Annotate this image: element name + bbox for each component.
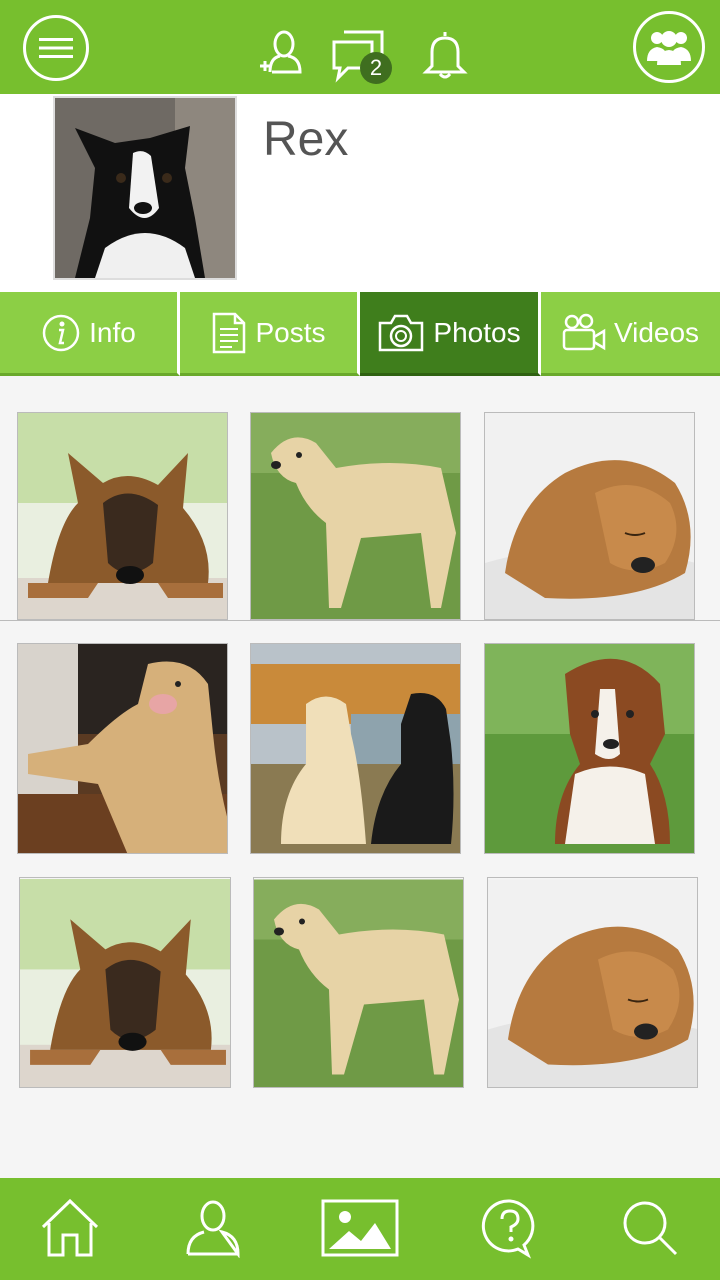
document-icon xyxy=(213,312,246,353)
groups-button[interactable] xyxy=(633,11,705,83)
tab-videos-label: Videos xyxy=(613,316,700,348)
nav-gallery[interactable] xyxy=(320,1192,400,1264)
search-icon xyxy=(623,1201,678,1256)
nav-home[interactable] xyxy=(35,1192,105,1264)
tab-info[interactable]: Info xyxy=(0,292,180,376)
photo-german-shepherd-2[interactable] xyxy=(19,877,231,1088)
tab-photos[interactable]: Photos xyxy=(360,292,541,376)
avatar[interactable] xyxy=(53,96,237,280)
profile-icon xyxy=(186,1200,240,1258)
profile-tabs: Info Posts Photos Videos xyxy=(0,292,720,376)
gallery-icon xyxy=(321,1199,399,1257)
german-shepherd-image xyxy=(18,413,227,619)
photo-two-labradors[interactable] xyxy=(250,643,461,854)
tab-posts[interactable]: Posts xyxy=(180,292,360,376)
tab-photos-label: Photos xyxy=(433,316,521,348)
grid-divider xyxy=(0,620,720,621)
labrador-at-window-image xyxy=(18,644,227,853)
photo-yellow-labrador[interactable] xyxy=(250,412,461,620)
add-friend-button[interactable] xyxy=(258,28,304,78)
nav-help[interactable] xyxy=(475,1192,545,1264)
photo-sleeping-puppy-2[interactable] xyxy=(487,877,698,1088)
group-icon xyxy=(647,31,691,65)
tab-posts-label: Posts xyxy=(255,316,326,348)
notifications-button[interactable] xyxy=(422,28,468,80)
camera-icon xyxy=(379,314,424,351)
german-shepherd-image xyxy=(20,879,230,1087)
yellow-labrador-image xyxy=(251,413,460,619)
photo-german-shepherd[interactable] xyxy=(17,412,228,620)
photo-sleeping-puppy[interactable] xyxy=(484,412,695,620)
tab-videos[interactable]: Videos xyxy=(541,292,720,376)
tab-info-label: Info xyxy=(89,316,136,348)
menu-button[interactable] xyxy=(23,15,89,81)
bell-icon xyxy=(422,32,468,79)
yellow-labrador-image xyxy=(254,879,463,1087)
beagle-puppy-image xyxy=(485,644,694,853)
messages-button[interactable]: 2 xyxy=(330,28,392,84)
help-icon xyxy=(481,1199,535,1259)
sleeping-puppy-image xyxy=(485,413,694,619)
video-camera-icon xyxy=(562,313,606,350)
nav-search[interactable] xyxy=(615,1192,685,1264)
photo-beagle-puppy[interactable] xyxy=(484,643,695,854)
info-icon xyxy=(42,314,80,351)
nav-profile[interactable] xyxy=(178,1192,248,1264)
messages-count-badge: 2 xyxy=(360,52,392,84)
hamburger-icon xyxy=(39,38,73,58)
two-labradors-image xyxy=(251,644,460,853)
sleeping-puppy-image xyxy=(488,879,697,1087)
home-icon xyxy=(41,1198,99,1257)
photo-labrador-at-window[interactable] xyxy=(17,643,228,854)
top-bar: 2 xyxy=(0,0,720,94)
photo-yellow-labrador-2[interactable] xyxy=(253,877,464,1088)
add-user-icon xyxy=(260,30,302,74)
profile-name: Rex xyxy=(263,113,349,166)
border-collie-photo xyxy=(55,98,235,278)
